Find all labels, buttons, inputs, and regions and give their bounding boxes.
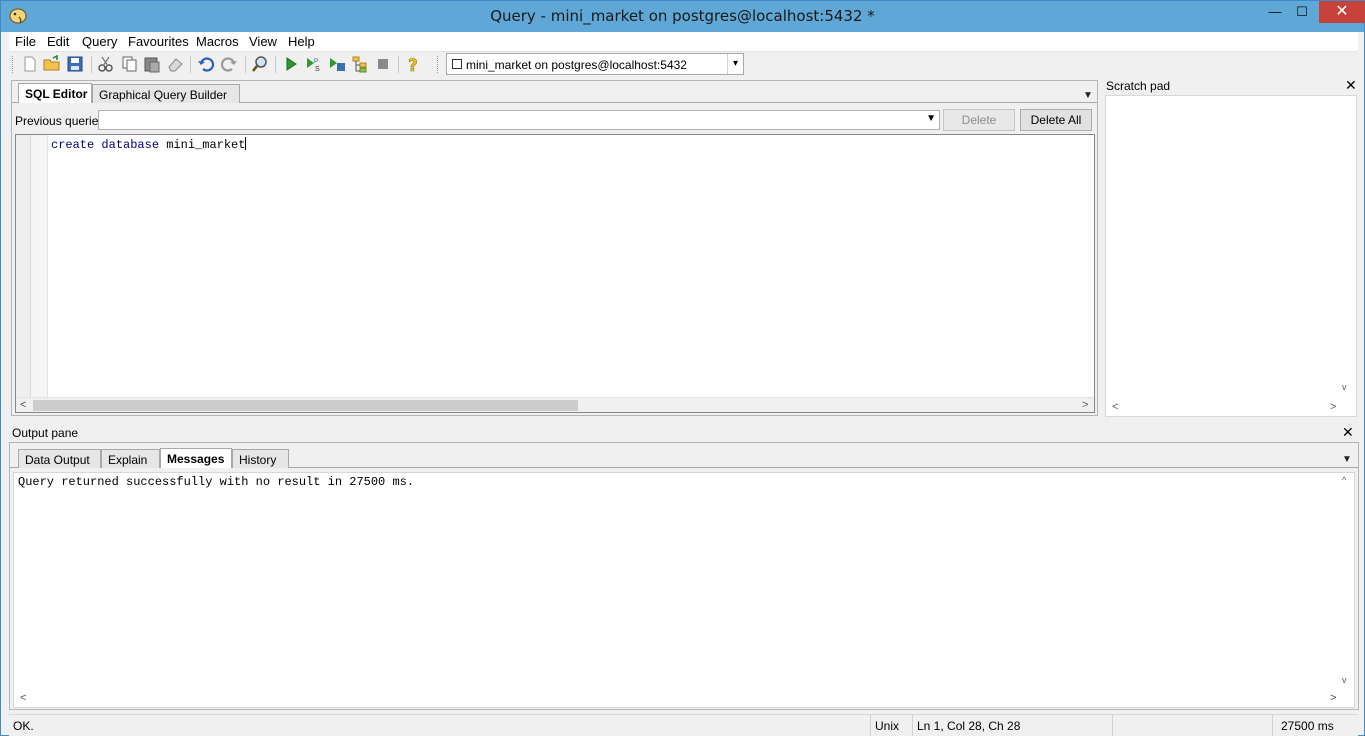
status-bar: OK. Unix Ln 1, Col 28, Ch 28 27500 ms [9,714,1358,736]
horizontal-scrollbar[interactable]: < > [16,397,1094,412]
delete-button[interactable]: Delete [943,109,1015,131]
panel-menu-arrow-icon[interactable]: ▼ [1083,90,1093,101]
status-empty-cell [1112,715,1272,736]
cursor-position-status: Ln 1, Col 28, Ch 28 [912,715,1112,736]
scroll-right-icon[interactable]: > [1330,400,1336,415]
sql-keyword: create [51,138,95,152]
execute-icon[interactable] [282,55,300,73]
chevron-down-icon[interactable]: ▼ [926,113,936,124]
scroll-right-icon[interactable]: > [1330,691,1336,706]
undo-icon[interactable] [197,55,215,73]
execute-to-file-icon[interactable] [328,55,346,73]
sql-editor[interactable]: create database mini_market < > [15,134,1095,413]
help-icon[interactable]: ? [405,55,423,73]
find-icon[interactable] [251,55,269,73]
scrollbar-thumb[interactable] [33,400,578,411]
query-timing-status: 27500 ms [1272,715,1358,736]
toolbar-separator [275,56,276,73]
sql-identifier: mini_market [166,138,246,152]
cancel-query-icon[interactable] [374,55,392,73]
svg-text:S: S [315,66,320,73]
sql-keyword: database [101,138,160,152]
scroll-left-icon[interactable]: < [1112,400,1118,415]
tab-explain[interactable]: Explain [101,449,160,468]
line-number-gutter [16,135,48,398]
copy-icon[interactable] [120,55,138,73]
status-message: OK. [13,719,34,733]
maximize-button[interactable]: ☐ [1290,1,1314,23]
menu-edit[interactable]: Edit [47,34,69,49]
toolbar-separator [398,56,399,73]
svg-text:?: ? [408,56,418,73]
scroll-right-icon[interactable]: > [1082,398,1088,413]
menu-query[interactable]: Query [82,34,117,49]
svg-text:P: P [314,59,318,65]
output-pane-title: Output pane [12,426,79,440]
menu-bar: File Edit Query Favourites Macros View H… [9,32,1358,52]
scroll-left-icon[interactable]: < [20,398,26,413]
toolbar-grip[interactable] [12,56,15,73]
connection-checkbox[interactable] [452,59,462,69]
save-icon[interactable] [66,55,84,73]
toolbar-separator [190,56,191,73]
menu-file[interactable]: File [15,34,36,49]
previous-queries-dropdown[interactable]: ▼ [98,110,940,130]
menu-macros[interactable]: Macros [196,34,239,49]
scratch-pad-panel: Scratch pad ✕ v < > [1103,77,1359,419]
close-window-button[interactable]: ✕ [1319,1,1365,23]
scroll-down-icon[interactable]: v [1342,380,1347,395]
window-title: Query - mini_market on postgres@localhos… [490,7,875,25]
scroll-up-icon[interactable]: ^ [1342,473,1346,488]
query-result-message: Query returned successfully with no resu… [18,475,415,489]
close-icon[interactable]: ✕ [1342,424,1354,441]
connection-dropdown[interactable]: mini_market on postgres@localhost:5432 ▾ [446,53,744,75]
explain-query-icon[interactable] [351,55,369,73]
new-file-icon[interactable] [21,55,39,73]
connection-label: mini_market on postgres@localhost:5432 [466,58,687,72]
tab-messages[interactable]: Messages [160,448,232,468]
toolbar-grip[interactable] [437,56,440,73]
eraser-icon[interactable] [166,55,184,73]
tab-sql-editor[interactable]: SQL Editor [18,83,92,103]
menu-favourites[interactable]: Favourites [128,34,189,49]
open-folder-icon[interactable] [43,55,61,73]
tab-history[interactable]: History [232,449,289,468]
scratch-pad-textarea[interactable]: v < > [1105,95,1357,417]
delete-all-button[interactable]: Delete All [1020,109,1092,131]
output-pane: Output pane ✕ Data Output Explain Messag… [9,423,1359,711]
panel-menu-arrow-icon[interactable]: ▼ [1342,454,1352,465]
scroll-down-icon[interactable]: v [1342,673,1347,688]
code-line: create database mini_market [51,137,247,152]
messages-textarea[interactable]: Query returned successfully with no resu… [13,472,1355,708]
output-frame: Data Output Explain Messages History ▼ Q… [9,442,1359,710]
minimize-button[interactable]: — [1263,1,1287,23]
chevron-down-icon[interactable]: ▾ [727,54,743,74]
menu-help[interactable]: Help [288,34,315,49]
redo-icon[interactable] [220,55,238,73]
cut-icon[interactable] [97,55,115,73]
menu-view[interactable]: View [249,34,277,49]
toolbar: P S ? mini_market on postgres@localhost:… [9,52,1358,77]
previous-queries-label: Previous queries [15,114,105,128]
sql-editor-panel: SQL Editor Graphical Query Builder ▼ Pre… [11,80,1098,416]
execute-pgscript-icon[interactable]: P S [305,55,323,73]
text-caret [245,137,247,150]
tab-graphical-query-builder[interactable]: Graphical Query Builder [92,84,240,103]
scratch-pad-title: Scratch pad [1106,79,1171,93]
close-icon[interactable]: ✕ [1345,77,1357,94]
title-bar[interactable]: Query - mini_market on postgres@localhos… [1,1,1365,32]
paste-icon[interactable] [143,55,161,73]
marker-margin [16,135,31,398]
scroll-left-icon[interactable]: < [20,691,26,706]
tab-data-output[interactable]: Data Output [18,449,101,468]
line-ending-status: Unix [870,715,912,736]
toolbar-separator [91,56,92,73]
toolbar-separator [245,56,246,73]
application-window: Query - mini_market on postgres@localhos… [0,0,1365,736]
